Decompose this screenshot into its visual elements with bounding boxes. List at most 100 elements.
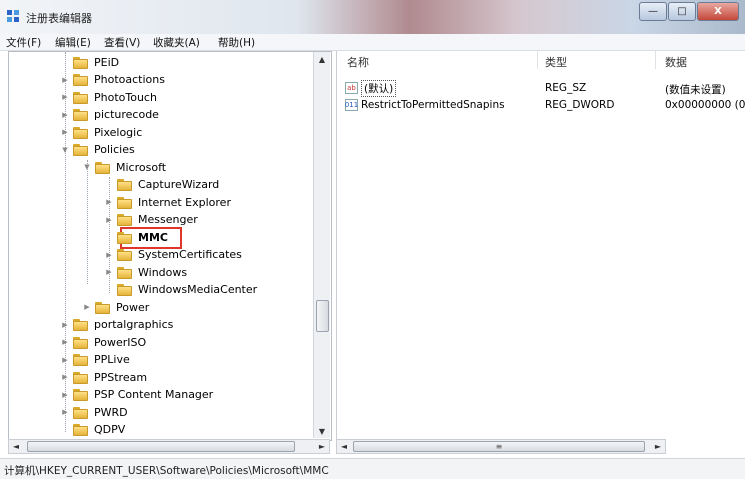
column-header-data[interactable]: 数据: [665, 54, 687, 70]
expand-arrow-icon[interactable]: ▶: [105, 198, 113, 206]
tree-item-label: PSP Content Manager: [94, 388, 214, 401]
tree-item-peid[interactable]: PEiD: [61, 53, 119, 71]
tree-horizontal-scrollbar[interactable]: ◄ ►: [8, 439, 330, 454]
folder-icon: [73, 423, 88, 436]
tree-item-phototouch[interactable]: ▶ PhotoTouch: [61, 88, 157, 106]
tree-hscroll-thumb[interactable]: [27, 441, 295, 452]
tree-item-pplive[interactable]: ▶ PPLive: [61, 351, 130, 369]
tree-item-mmc[interactable]: MMC: [105, 228, 168, 246]
expand-arrow-icon[interactable]: ▶: [61, 321, 69, 329]
tree-item-poweriso[interactable]: ▶ PowerISO: [61, 333, 146, 351]
tree-item-pixelogic[interactable]: ▶ Pixelogic: [61, 123, 142, 141]
tree-item-picturecode[interactable]: ▶ picturecode: [61, 106, 159, 124]
registry-tree[interactable]: PEiD ▶ Photoactions ▶ PhotoTouch ▶ picturecode…: [8, 51, 332, 441]
tree-item-portalgraphics[interactable]: ▶ portalgraphics: [61, 316, 173, 334]
current-key-path: 计算机\HKEY_CURRENT_USER\Software\Policies\…: [4, 465, 329, 477]
tree-item-internet-explorer[interactable]: ▶ Internet Explorer: [105, 193, 231, 211]
tree-item-label: PPStream: [94, 370, 148, 384]
expand-arrow-icon[interactable]: ▶: [61, 76, 69, 84]
column-header-type[interactable]: 类型: [545, 54, 567, 70]
menu-file[interactable]: 文件(F): [6, 35, 41, 50]
expand-arrow-icon[interactable]: ▶: [61, 356, 69, 364]
expand-arrow-icon[interactable]: ▶: [61, 373, 69, 381]
menu-view[interactable]: 查看(V): [104, 35, 140, 50]
tree-item-label: CaptureWizard: [138, 178, 220, 191]
folder-icon: [73, 336, 88, 349]
tree-item-label: Power: [116, 300, 150, 314]
tree-item-photoactions[interactable]: ▶ Photoactions: [61, 71, 165, 89]
tree-item-pwrd[interactable]: ▶ PWRD: [61, 403, 128, 421]
tree-item-psp-content-manager[interactable]: ▶ PSP Content Manager: [61, 386, 213, 404]
expand-arrow-icon[interactable]: ▶: [61, 111, 69, 119]
tree-item-windowsmediacenter[interactable]: WindowsMediaCenter: [105, 281, 257, 299]
expand-arrow-icon[interactable]: ▶: [61, 93, 69, 101]
tree-item-label: MMC: [138, 230, 168, 244]
tree-item-label: WindowsMediaCenter: [138, 283, 258, 296]
expand-arrow-icon[interactable]: ▶: [61, 338, 69, 346]
folder-icon: [117, 231, 132, 244]
scroll-down-icon[interactable]: ▼: [314, 424, 330, 438]
value-row[interactable]: ab (默认): [345, 79, 397, 97]
expand-arrow-icon[interactable]: ▶: [105, 216, 113, 224]
tree-vertical-scrollbar[interactable]: ▲ ▼: [313, 52, 330, 438]
expand-arrow-icon[interactable]: ▶: [105, 251, 113, 259]
tree-item-messenger[interactable]: ▶ Messenger: [105, 211, 198, 229]
tree-scroll-thumb[interactable]: [316, 300, 329, 332]
maximize-button[interactable]: □: [668, 2, 696, 21]
folder-icon: [73, 388, 88, 401]
tree-item-label: Internet Explorer: [138, 195, 231, 209]
value-name: (默认): [361, 79, 397, 97]
tree-item-microsoft[interactable]: ▼ Microsoft: [83, 158, 166, 176]
folder-icon: [117, 196, 132, 209]
tree-item-label: PPLive: [94, 353, 130, 366]
scroll-left-icon[interactable]: ◄: [337, 440, 351, 453]
tree-item-systemcertificates[interactable]: ▶ SystemCertificates: [105, 246, 242, 264]
folder-icon: [95, 301, 110, 314]
scroll-up-icon[interactable]: ▲: [314, 52, 330, 66]
expand-arrow-icon[interactable]: ▶: [61, 408, 69, 416]
tree-item-policies[interactable]: ▼ Policies: [61, 141, 135, 159]
value-type: REG_DWORD: [545, 99, 615, 111]
folder-icon: [73, 108, 88, 121]
folder-icon: [73, 353, 88, 366]
expand-arrow-icon[interactable]: ▶: [61, 391, 69, 399]
expand-arrow-icon[interactable]: ▶: [61, 128, 69, 136]
scroll-right-icon[interactable]: ►: [651, 440, 665, 453]
folder-icon: [117, 283, 132, 296]
tree-item-qdpv[interactable]: QDPV: [61, 421, 125, 439]
binary-value-icon: 011: [344, 99, 359, 111]
menu-edit[interactable]: 编辑(E): [55, 35, 91, 50]
menu-favorites[interactable]: 收藏夹(A): [153, 35, 200, 50]
scroll-left-icon[interactable]: ◄: [9, 440, 23, 453]
tree-item-label: QDPV: [94, 423, 126, 436]
values-list[interactable]: 名称 类型 数据 ab (默认) REG_SZ (数值未设置) 011 Rest…: [336, 51, 745, 439]
tree-item-label: Windows: [138, 265, 188, 279]
value-data: (数值未设置): [665, 84, 726, 96]
values-hscroll-thumb[interactable]: ≡: [353, 441, 645, 452]
tree-item-capturewizard[interactable]: CaptureWizard: [105, 176, 219, 194]
column-header-name[interactable]: 名称: [347, 54, 369, 70]
menu-help[interactable]: 帮助(H): [218, 35, 255, 50]
tree-item-label: PWRD: [94, 405, 128, 419]
close-button[interactable]: X: [697, 2, 739, 21]
expand-arrow-icon[interactable]: ▶: [105, 268, 113, 276]
folder-icon: [117, 178, 132, 191]
collapse-arrow-icon[interactable]: ▼: [61, 146, 69, 154]
tree-item-label: portalgraphics: [94, 318, 174, 331]
tree-item-power[interactable]: ▶ Power: [83, 298, 149, 316]
tree-item-windows[interactable]: ▶ Windows: [105, 263, 187, 281]
title-bar: 注册表编辑器 — □ X: [0, 0, 745, 35]
expand-arrow-icon[interactable]: ▶: [83, 303, 91, 311]
minimize-button[interactable]: —: [639, 2, 667, 21]
tree-item-label: Messenger: [138, 213, 198, 226]
folder-icon: [73, 56, 88, 69]
tree-item-label: Photoactions: [94, 73, 165, 86]
folder-icon: [117, 248, 132, 261]
values-horizontal-scrollbar[interactable]: ◄ ≡ ►: [336, 439, 666, 454]
folder-icon: [73, 143, 88, 156]
collapse-arrow-icon[interactable]: ▼: [83, 163, 91, 171]
value-row[interactable]: 011 RestrictToPermittedSnapins: [345, 97, 505, 113]
folder-icon: [73, 91, 88, 104]
scroll-right-icon[interactable]: ►: [315, 440, 329, 453]
tree-item-ppstream[interactable]: ▶ PPStream: [61, 368, 147, 386]
